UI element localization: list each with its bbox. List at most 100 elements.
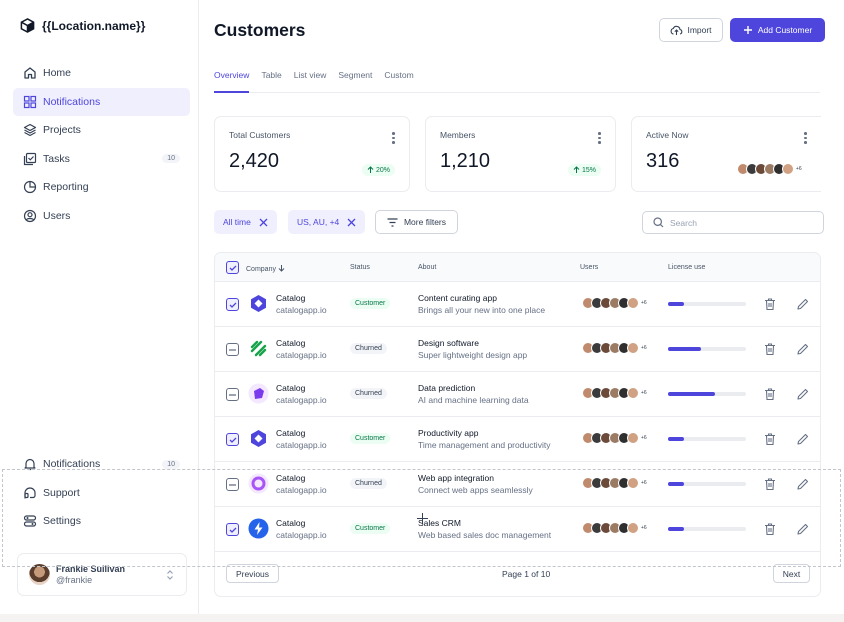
pencil-icon[interactable] (796, 477, 810, 491)
more-options-icon[interactable] (392, 132, 395, 146)
app-logo[interactable]: {{Location.name}} (20, 18, 145, 33)
arrow-up-icon (367, 166, 374, 173)
sidebar-item-label: Users (43, 209, 71, 222)
stat-value: 2,420 (229, 150, 280, 172)
table-body: Catalog catalogapp.io Customer Content c… (215, 282, 820, 552)
trash-icon[interactable] (763, 297, 777, 311)
pencil-icon[interactable] (796, 297, 810, 311)
sidebar-item-notifications[interactable]: Notifications (13, 87, 190, 116)
more-options-icon[interactable] (804, 132, 807, 146)
row-checkbox[interactable] (226, 343, 239, 356)
row-checkbox[interactable] (226, 388, 239, 401)
import-button[interactable]: Import (659, 18, 723, 42)
sidebar-nav: Home Notifications Projects Tasks 10 Rep… (13, 59, 190, 230)
sidebar-item-tasks[interactable]: Tasks 10 (13, 145, 190, 173)
user-name: Frankie Sullivan (56, 563, 126, 574)
cube-logo-icon (20, 18, 35, 33)
hexagon-logo (248, 293, 269, 314)
sidebar-item-settings[interactable]: Settings (13, 507, 190, 535)
row-checkbox[interactable] (226, 433, 239, 446)
pagination: Previous Page 1 of 10 Next (215, 564, 820, 584)
grid-icon (23, 95, 37, 109)
sidebar-item-reporting[interactable]: Reporting (13, 173, 190, 201)
close-icon[interactable] (347, 218, 356, 227)
select-all-checkbox[interactable] (226, 261, 239, 274)
previous-button[interactable]: Previous (226, 564, 279, 583)
more-options-icon[interactable] (598, 132, 601, 146)
tab-table[interactable]: Table (261, 66, 281, 93)
avatar (627, 387, 639, 399)
users-avatar-group: +6 (582, 387, 647, 399)
pencil-icon[interactable] (796, 522, 810, 536)
trash-icon[interactable] (763, 432, 777, 446)
more-filters-label: More filters (403, 217, 447, 227)
search-input[interactable] (670, 217, 810, 228)
about-title: Productivity app (418, 428, 479, 438)
table-row[interactable]: Catalog catalogapp.io Churned Design sof… (215, 327, 820, 372)
table-row[interactable]: Catalog catalogapp.io Customer Content c… (215, 282, 820, 327)
row-checkbox[interactable] (226, 298, 239, 311)
filter-chip-time[interactable]: All time (214, 210, 277, 234)
company-url: catalogapp.io (276, 485, 327, 495)
customers-table: Company Status About Users License use C… (214, 252, 821, 597)
sidebar-item-home[interactable]: Home (13, 59, 190, 87)
about-subtitle: Connect web apps seamlessly (418, 485, 533, 495)
table-row[interactable]: Catalog catalogapp.io Churned Data predi… (215, 372, 820, 417)
tab-custom[interactable]: Custom (384, 66, 413, 93)
more-filters-button[interactable]: More filters (375, 210, 458, 234)
close-icon[interactable] (259, 218, 268, 227)
avatars-more-count: +6 (796, 166, 802, 172)
user-account-card[interactable]: Frankie Sullivan @frankie (17, 553, 187, 596)
row-checkbox[interactable] (226, 478, 239, 491)
change-badge: 20% (361, 164, 395, 176)
license-use-bar (668, 527, 746, 531)
company-name[interactable]: Catalog (276, 383, 305, 393)
sidebar-item-label: Notifications (43, 458, 101, 470)
trash-icon[interactable] (763, 387, 777, 401)
pencil-icon[interactable] (796, 387, 810, 401)
sidebar-item-label: Tasks (43, 152, 70, 165)
stat-value: 316 (646, 150, 680, 172)
sidebar-item-label: Projects (43, 124, 81, 136)
next-button[interactable]: Next (773, 564, 810, 583)
pencil-icon[interactable] (796, 432, 810, 446)
company-name[interactable]: Catalog (276, 428, 305, 438)
license-use-bar (668, 437, 746, 441)
sidebar-item-users[interactable]: Users (13, 202, 190, 230)
company-name[interactable]: Catalog (276, 338, 305, 348)
filter-chip-label: US, AU, +4 (297, 217, 340, 227)
tab-segment[interactable]: Segment (338, 66, 372, 93)
avatar (29, 564, 50, 585)
avatar (627, 522, 639, 534)
filter-chip-region[interactable]: US, AU, +4 (288, 210, 366, 234)
tab-overview[interactable]: Overview (214, 66, 250, 93)
company-name[interactable]: Catalog (276, 293, 305, 303)
company-name[interactable]: Catalog (276, 518, 305, 528)
tasks-icon (23, 152, 37, 166)
search-box[interactable] (642, 211, 824, 234)
filter-lines-icon (387, 217, 398, 227)
table-row[interactable]: Catalog catalogapp.io Customer Sales CRM… (215, 507, 820, 552)
tab-list-view[interactable]: List view (294, 66, 327, 93)
sidebar-item-label: Home (43, 67, 72, 79)
company-name[interactable]: Catalog (276, 473, 305, 483)
add-customer-button[interactable]: Add Customer (730, 18, 825, 42)
license-use-fill (668, 392, 715, 396)
trash-icon[interactable] (763, 522, 777, 536)
settings-icon (23, 514, 37, 528)
trash-icon[interactable] (763, 477, 777, 491)
column-header-company[interactable]: Company (246, 264, 285, 273)
license-use-bar (668, 347, 746, 351)
table-row[interactable]: Catalog catalogapp.io Customer Productiv… (215, 417, 820, 462)
sidebar-item-notifications-bottom[interactable]: Notifications 10 (13, 450, 190, 478)
pencil-icon[interactable] (796, 342, 810, 356)
sidebar-item-support[interactable]: Support (13, 479, 190, 507)
sidebar-item-projects[interactable]: Projects (13, 116, 190, 144)
row-checkbox[interactable] (226, 523, 239, 536)
user-circle-icon (23, 209, 37, 223)
stat-label: Total Customers (229, 130, 291, 140)
table-row[interactable]: Catalog catalogapp.io Churned Web app in… (215, 462, 820, 507)
avatar (627, 342, 639, 354)
status-badge: Customer (350, 523, 391, 534)
trash-icon[interactable] (763, 342, 777, 356)
